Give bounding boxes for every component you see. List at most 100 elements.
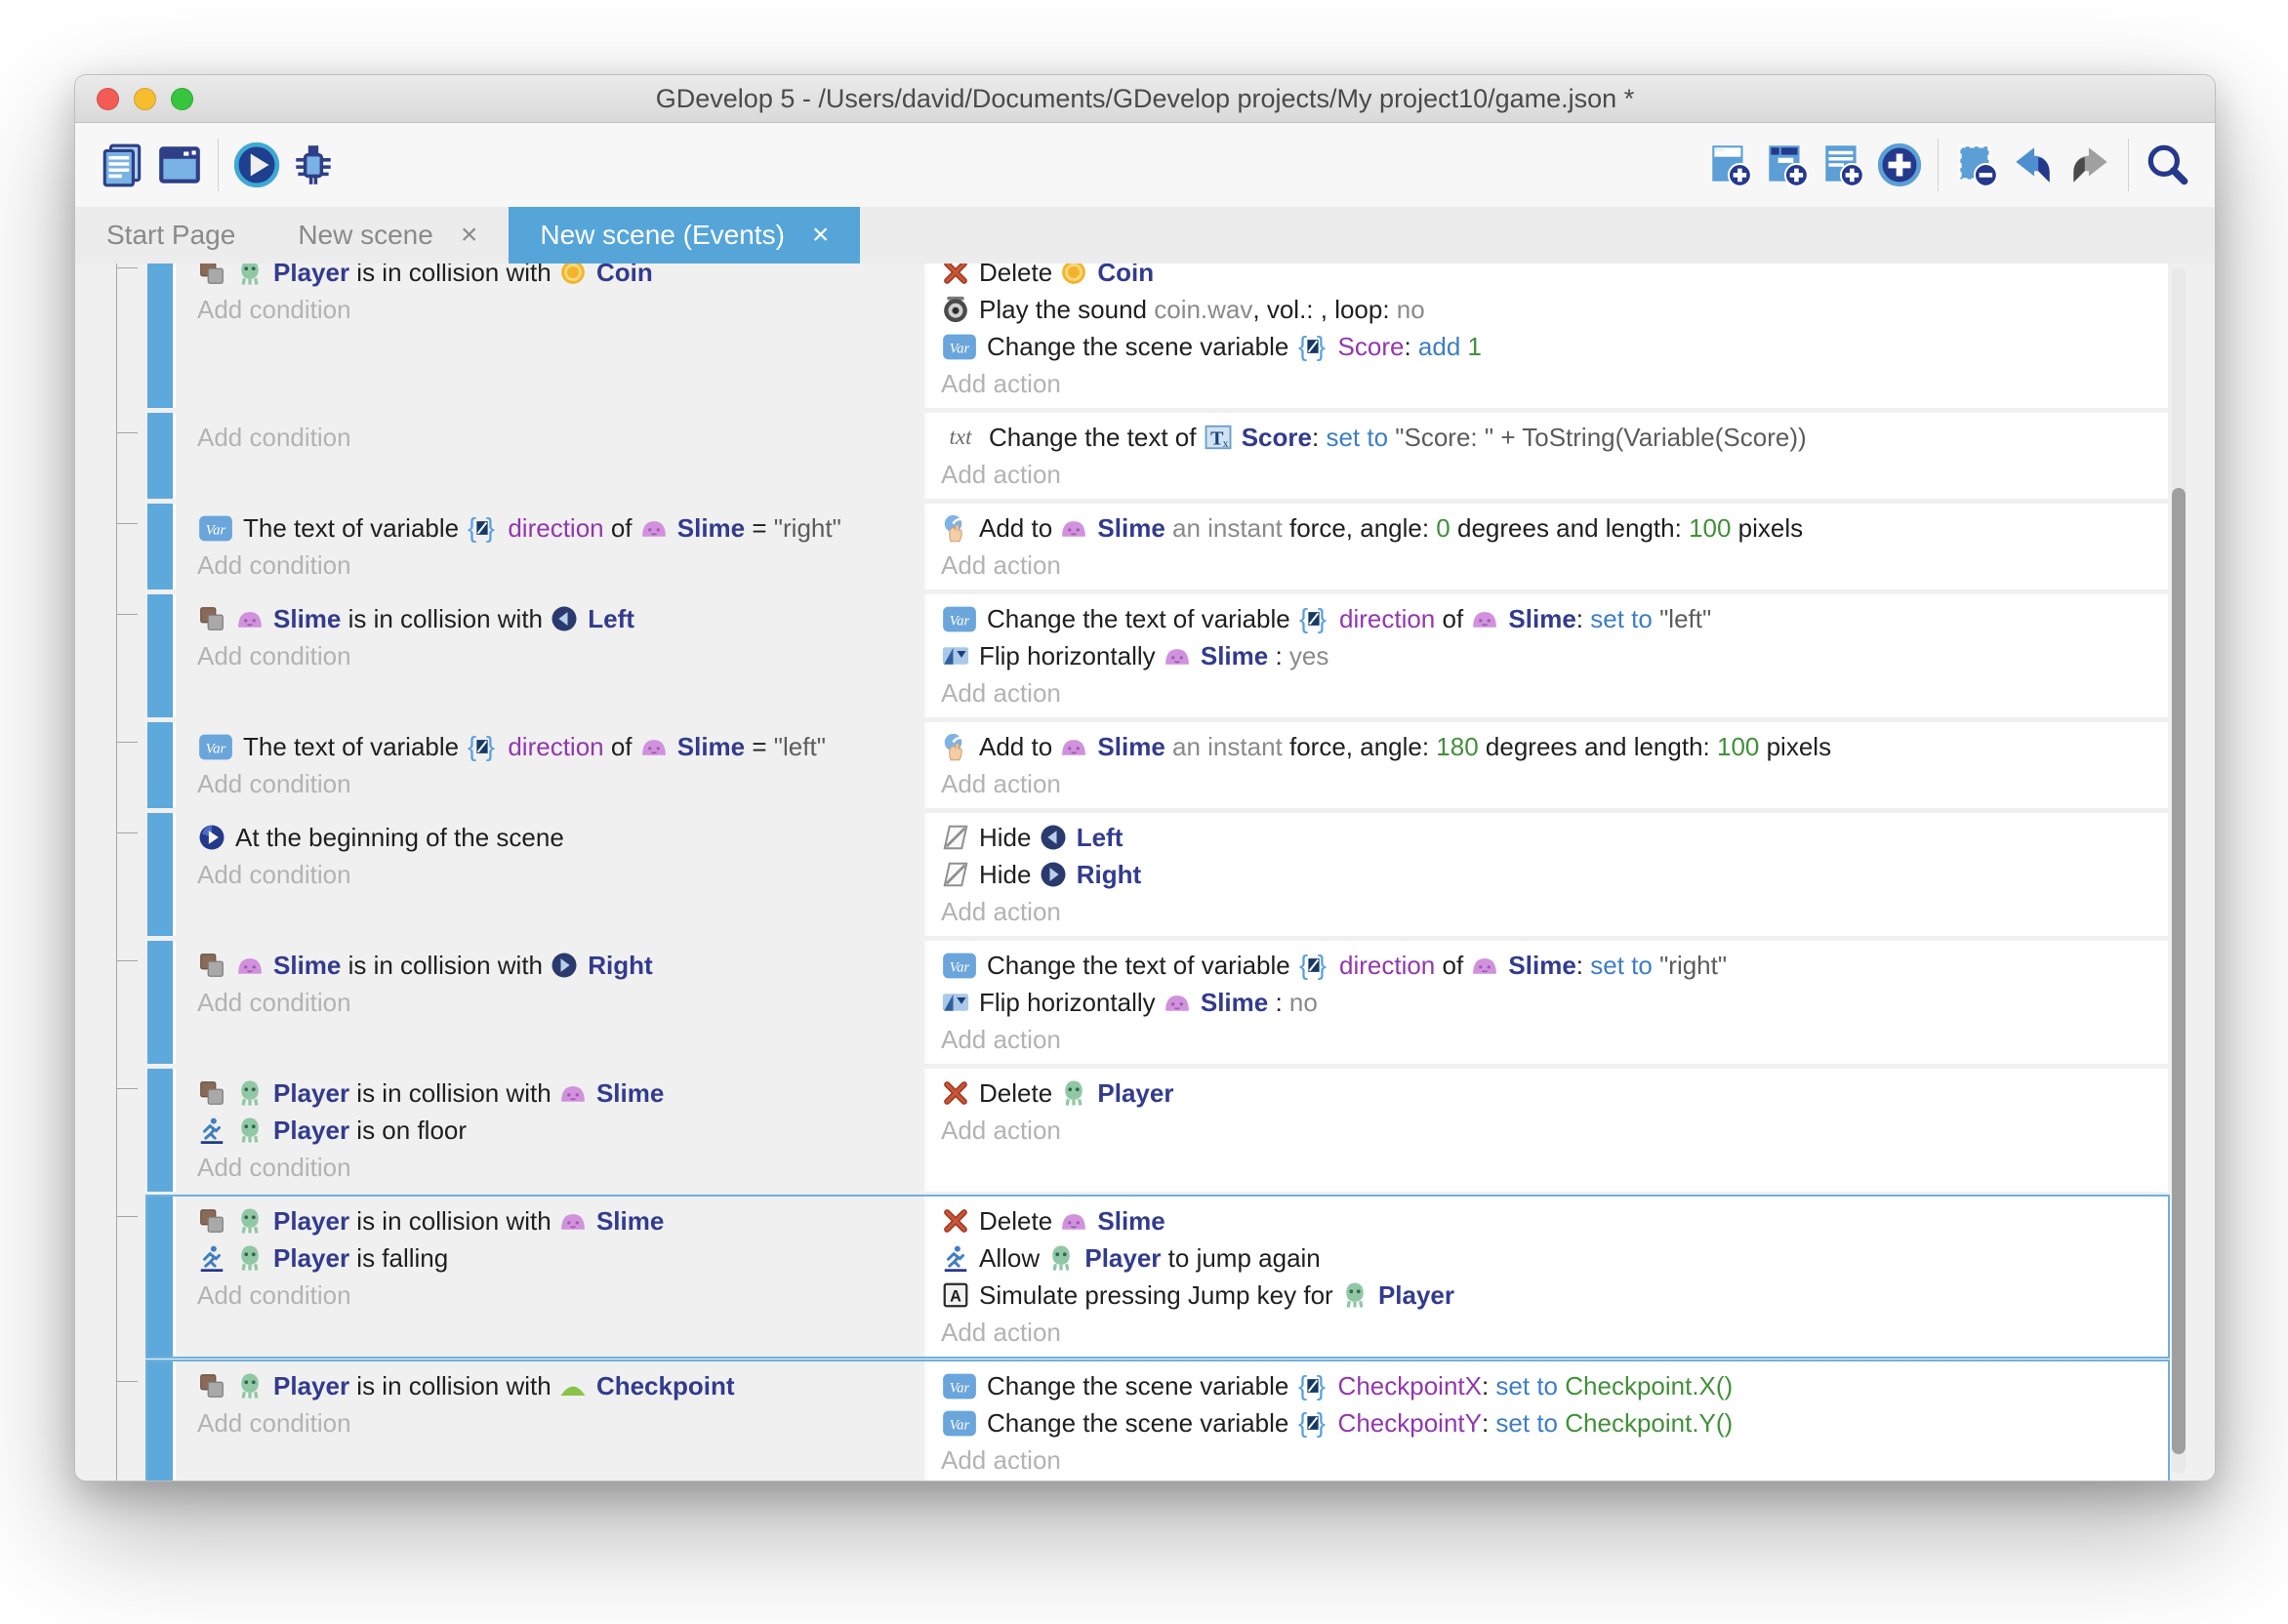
conditions-cell[interactable]: Slime is in collision with LeftAdd condi… [176,594,924,717]
conditions-cell[interactable]: Player is in collision with CoinAdd cond… [176,264,924,408]
condition-line[interactable]: Player is falling [197,1239,924,1277]
action-line[interactable]: VarChange the scene variable {}Checkpoin… [941,1404,2168,1441]
event-row[interactable]: Player is in collision with SlimePlayer … [147,1069,2168,1192]
scrollbar-thumb[interactable] [2172,488,2186,1454]
undo-button[interactable] [2005,135,2062,195]
actions-cell[interactable]: Delete SlimeAllow Player to jump againAS… [924,1197,2168,1357]
condition-line[interactable]: Player is in collision with Coin [197,264,924,291]
action-line[interactable]: VarChange the scene variable {}Score: ad… [941,328,2168,365]
add-action-button[interactable]: Add action [941,365,2168,402]
condition-line[interactable]: Slime is in collision with Left [197,600,924,637]
event-handle-bar[interactable] [147,413,173,499]
condition-line[interactable]: Player is in collision with Slime [197,1075,924,1112]
action-line[interactable]: Add to Slime an instant force, angle: 0 … [941,509,2168,547]
actions-cell[interactable]: Delete PlayerAdd action [924,1069,2168,1192]
action-line[interactable]: Delete Slime [941,1202,2168,1239]
conditions-cell[interactable]: VarThe text of variable {}direction of S… [176,722,924,808]
add-event-button[interactable] [1701,135,1758,195]
condition-line[interactable]: Slime is in collision with Right [197,947,924,984]
event-row[interactable]: Slime is in collision with RightAdd cond… [147,941,2168,1064]
add-action-button[interactable]: Add action [941,674,2168,711]
redo-button[interactable] [2062,135,2118,195]
action-line[interactable]: Allow Player to jump again [941,1239,2168,1277]
condition-line[interactable]: Player is in collision with Checkpoint [197,1367,924,1404]
condition-line[interactable]: VarThe text of variable {}direction of S… [197,509,924,547]
event-row[interactable]: Player is in collision with CoinAdd cond… [147,264,2168,408]
event-handle-bar[interactable] [147,941,173,1064]
debug-button[interactable] [285,135,342,195]
conditions-cell[interactable]: VarThe text of variable {}direction of S… [176,504,924,589]
add-condition-button[interactable]: Add condition [197,291,924,328]
add-action-button[interactable]: Add action [941,1314,2168,1351]
search-button[interactable] [2139,135,2195,195]
conditions-cell[interactable]: At the beginning of the sceneAdd conditi… [176,813,924,936]
add-condition-button[interactable]: Add condition [197,547,924,584]
add-action-button[interactable]: Add action [941,1112,2168,1149]
add-action-button[interactable]: Add action [941,893,2168,930]
event-handle-bar[interactable] [147,594,173,717]
actions-cell[interactable]: Add to Slime an instant force, angle: 18… [924,722,2168,808]
action-line[interactable]: Play the sound coin.wav, vol.: , loop: n… [941,291,2168,328]
add-condition-button[interactable]: Add condition [197,765,924,802]
event-row[interactable]: Player is in collision with CheckpointAd… [147,1361,2168,1482]
event-row[interactable]: At the beginning of the sceneAdd conditi… [147,813,2168,936]
add-condition-button[interactable]: Add condition [197,419,924,456]
action-line[interactable]: VarChange the text of variable {}directi… [941,947,2168,984]
action-line[interactable]: Add to Slime an instant force, angle: 18… [941,728,2168,765]
event-row[interactable]: VarThe text of variable {}direction of S… [147,722,2168,808]
close-window-button[interactable] [97,88,119,110]
tab-start-page[interactable]: Start Page [75,207,266,264]
add-condition-button[interactable]: Add condition [197,1277,924,1314]
event-handle-bar[interactable] [147,813,173,936]
action-line[interactable]: Delete Coin [941,264,2168,291]
add-condition-button[interactable]: Add condition [197,1404,924,1441]
event-handle-bar[interactable] [147,1069,173,1192]
event-handle-bar[interactable] [147,1361,173,1482]
remove-event-button[interactable] [1948,135,2005,195]
event-row[interactable]: Add condition txtChange the text of TxSco… [147,413,2168,499]
add-subevent-button[interactable] [1758,135,1815,195]
actions-cell[interactable]: Delete CoinPlay the sound coin.wav, vol.… [924,264,2168,408]
action-line[interactable]: Hide Left [941,819,2168,856]
action-line[interactable]: VarChange the scene variable {}Checkpoin… [941,1367,2168,1404]
condition-line[interactable]: Player is on floor [197,1112,924,1149]
event-handle-bar[interactable] [147,1197,173,1357]
zoom-window-button[interactable] [171,88,193,110]
event-row[interactable]: Player is in collision with SlimePlayer … [147,1197,2168,1357]
action-line[interactable]: Flip horizontally Slime : no [941,984,2168,1021]
condition-line[interactable]: At the beginning of the scene [197,819,924,856]
event-handle-bar[interactable] [147,504,173,589]
conditions-cell[interactable]: Slime is in collision with RightAdd cond… [176,941,924,1064]
action-line[interactable]: Hide Right [941,856,2168,893]
add-action-button[interactable]: Add action [941,1021,2168,1058]
scene-editor-button[interactable] [151,135,208,195]
event-row[interactable]: VarThe text of variable {}direction of S… [147,504,2168,589]
add-condition-button[interactable]: Add condition [197,856,924,893]
conditions-cell[interactable]: Add condition [176,413,924,499]
play-button[interactable] [228,135,285,195]
condition-line[interactable]: VarThe text of variable {}direction of S… [197,728,924,765]
conditions-cell[interactable]: Player is in collision with SlimePlayer … [176,1197,924,1357]
close-tab-icon[interactable]: × [812,221,830,250]
tab-new-scene-events-[interactable]: New scene (Events)× [509,207,860,264]
actions-cell[interactable]: Hide LeftHide RightAdd action [924,813,2168,936]
action-line[interactable]: txtChange the text of TxScore: set to "S… [941,419,2168,456]
actions-cell[interactable]: Add to Slime an instant force, angle: 0 … [924,504,2168,589]
conditions-cell[interactable]: Player is in collision with CheckpointAd… [176,1361,924,1482]
event-row[interactable]: Slime is in collision with LeftAdd condi… [147,594,2168,717]
add-action-button[interactable]: Add action [941,1441,2168,1479]
condition-line[interactable]: Player is in collision with Slime [197,1202,924,1239]
close-tab-icon[interactable]: × [461,221,478,250]
add-comment-button[interactable] [1815,135,1871,195]
add-condition-button[interactable]: Add condition [197,984,924,1021]
add-condition-button[interactable]: Add condition [197,1149,924,1186]
add-circle-button[interactable] [1871,135,1928,195]
events-sheet-button[interactable] [95,135,151,195]
event-handle-bar[interactable] [147,264,173,408]
tab-new-scene[interactable]: New scene× [266,207,509,264]
action-line[interactable]: ASimulate pressing Jump key for Player [941,1277,2168,1314]
add-action-button[interactable]: Add action [941,547,2168,584]
actions-cell[interactable]: VarChange the text of variable {}directi… [924,594,2168,717]
action-line[interactable]: VarChange the text of variable {}directi… [941,600,2168,637]
actions-cell[interactable]: txtChange the text of TxScore: set to "S… [924,413,2168,499]
